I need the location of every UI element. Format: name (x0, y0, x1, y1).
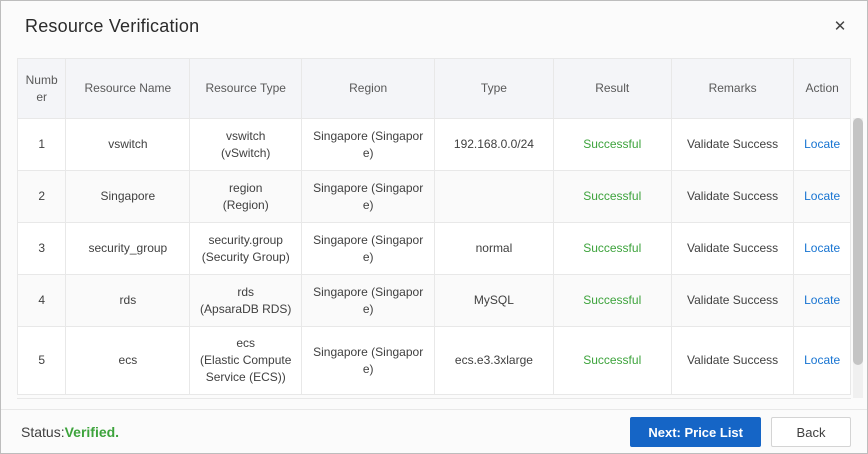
cell-number: 4 (38, 293, 45, 307)
cell-region: Singapore (Singapore) (313, 344, 424, 376)
cell-result: Successful (583, 137, 642, 151)
table-header-row: Number Resource Name Resource Type Region Ty… (16, 58, 851, 119)
table-row: 4 rds rds (ApsaraDB RDS) Singapore (Sing… (17, 274, 851, 327)
cell-remarks: Validate Success (686, 137, 779, 151)
cell-remarks: Validate Success (686, 353, 779, 367)
locate-link[interactable]: Locate (804, 137, 840, 151)
table-body-viewport: 1 vswitch vswitch (vSwitch) Singapore (S… (17, 119, 851, 399)
column-header-region: Region (301, 58, 436, 119)
table-row: 2 Singapore region (Region) Singapore (S… (17, 170, 851, 223)
status-label: Status: (21, 424, 65, 440)
cell-number: 2 (38, 189, 45, 203)
cell-remarks: Validate Success (686, 189, 779, 203)
column-header-number: Number (16, 58, 67, 119)
column-header-resource-name: Resource Name (65, 58, 191, 119)
verification-table: Number Resource Name Resource Type Region Ty… (16, 58, 863, 399)
cell-type: MySQL (473, 293, 514, 307)
locate-link[interactable]: Locate (804, 353, 840, 367)
cell-resource-name: rds (119, 293, 137, 307)
column-header-result: Result (552, 58, 672, 119)
cell-result: Successful (583, 189, 642, 203)
cell-resource-name: Singapore (100, 189, 156, 203)
cell-number: 3 (38, 241, 45, 255)
back-button[interactable]: Back (771, 417, 851, 447)
locate-link[interactable]: Locate (804, 293, 840, 307)
dialog-header: Resource Verification ✕ (1, 1, 867, 58)
cell-number: 1 (38, 137, 45, 151)
cell-remarks: Validate Success (686, 241, 779, 255)
cell-remarks: Validate Success (686, 293, 779, 307)
dialog-footer: Status:Verified. Next: Price List Back (1, 409, 867, 453)
cell-result: Successful (583, 353, 642, 367)
next-price-list-button[interactable]: Next: Price List (630, 417, 761, 447)
cell-resource-name: security_group (88, 241, 168, 255)
table-header: Number Resource Name Resource Type Region Ty… (16, 58, 851, 119)
column-header-action: Action (793, 58, 851, 119)
table-scrollbar[interactable] (853, 118, 863, 398)
page-title: Resource Verification (25, 16, 200, 36)
status-value: Verified. (64, 424, 120, 440)
cell-resource-name: ecs (118, 353, 138, 367)
column-header-resource-type: Resource Type (189, 58, 303, 119)
cell-resource-type: region (Region) (222, 180, 269, 212)
cell-region: Singapore (Singapore) (313, 284, 424, 316)
cell-resource-name: vswitch (108, 137, 148, 151)
locate-link[interactable]: Locate (804, 189, 840, 203)
status-text: Status:Verified. (21, 424, 119, 440)
cell-result: Successful (583, 293, 642, 307)
cell-type: ecs.e3.3xlarge (454, 353, 533, 367)
table-body: 1 vswitch vswitch (vSwitch) Singapore (S… (17, 119, 851, 395)
cell-resource-type: vswitch (vSwitch) (221, 128, 271, 160)
table-row: 1 vswitch vswitch (vSwitch) Singapore (S… (17, 119, 851, 171)
cell-resource-type: security.group (Security Group) (201, 232, 290, 264)
cell-result: Successful (583, 241, 642, 255)
cell-number: 5 (38, 353, 45, 367)
table-row: 5 ecs ecs (Elastic Compute Service (ECS)… (17, 326, 851, 395)
column-header-remarks: Remarks (670, 58, 795, 119)
cell-region: Singapore (Singapore) (313, 232, 424, 264)
table-row: 3 security_group security.group (Securit… (17, 222, 851, 275)
cell-region: Singapore (Singapore) (313, 180, 424, 212)
cell-type: 192.168.0.0/24 (453, 137, 534, 151)
cell-resource-type: rds (ApsaraDB RDS) (200, 284, 292, 316)
scrollbar-thumb[interactable] (853, 118, 863, 365)
cell-resource-type: ecs (Elastic Compute Service (ECS)) (200, 336, 292, 384)
cell-type: normal (475, 241, 513, 255)
close-icon[interactable]: ✕ (830, 17, 850, 37)
column-header-type: Type (434, 58, 554, 119)
resource-verification-dialog: Resource Verification ✕ Number Resource N… (0, 0, 868, 454)
locate-link[interactable]: Locate (804, 241, 840, 255)
footer-buttons: Next: Price List Back (630, 417, 851, 447)
cell-region: Singapore (Singapore) (313, 128, 424, 160)
